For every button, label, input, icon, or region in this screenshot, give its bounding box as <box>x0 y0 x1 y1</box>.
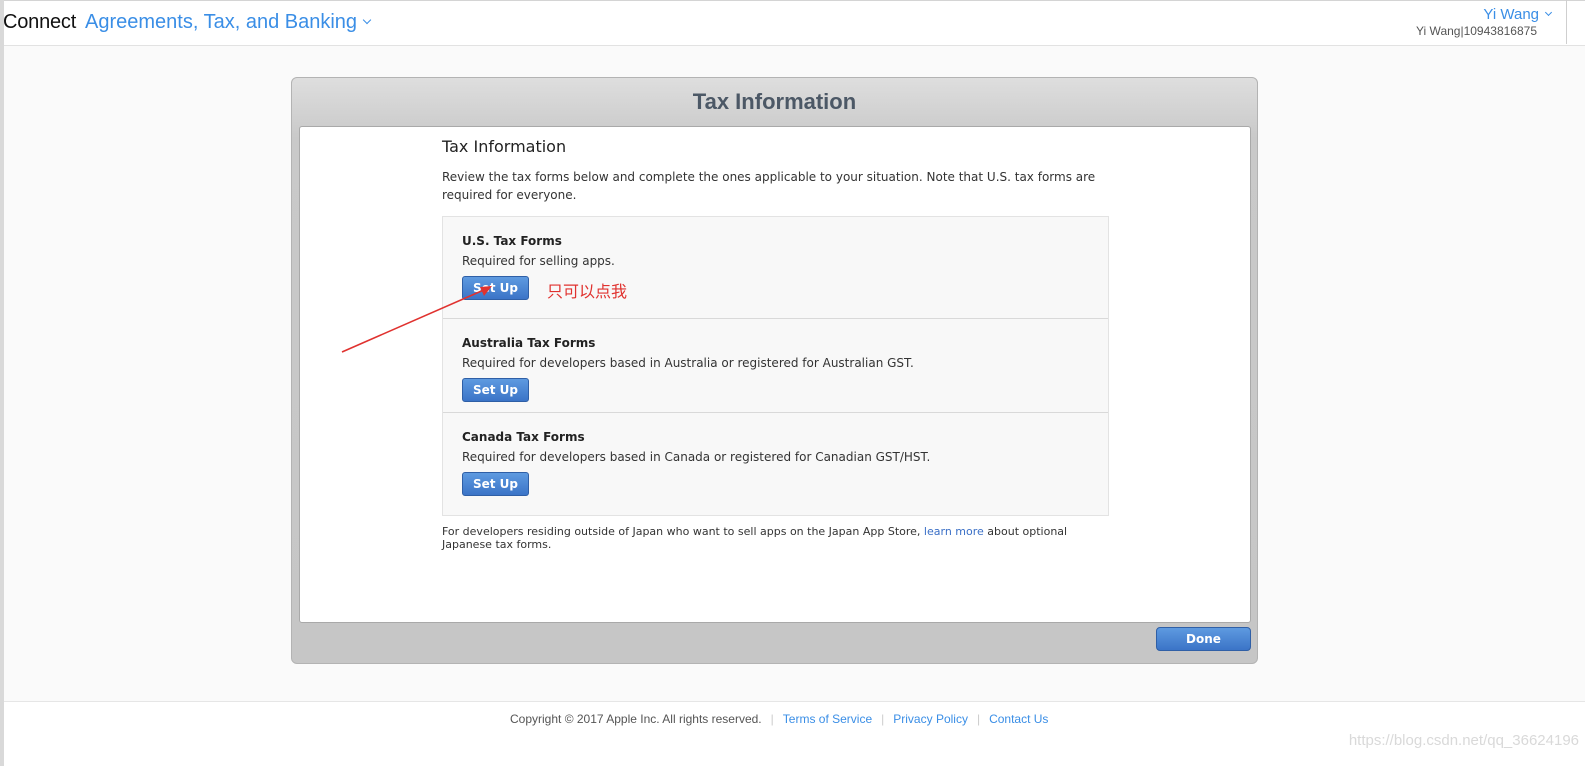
section-dropdown-label: Agreements, Tax, and Banking <box>85 11 358 33</box>
form-description: Required for developers based in Austral… <box>462 356 914 370</box>
learn-more-link[interactable]: learn more <box>924 525 984 538</box>
window-edge <box>0 0 4 766</box>
done-button[interactable]: Done <box>1156 627 1251 651</box>
form-name: Australia Tax Forms <box>462 336 596 350</box>
dialog-body: Tax Information Review the tax forms bel… <box>299 126 1251 623</box>
tax-form-item-us: U.S. Tax Forms Required for selling apps… <box>443 217 1108 319</box>
footer-separator: | <box>881 712 885 726</box>
japan-footnote: For developers residing outside of Japan… <box>442 525 1109 551</box>
user-name: Yi Wang <box>1483 6 1539 23</box>
privacy-policy-link[interactable]: Privacy Policy <box>893 712 968 726</box>
copyright-text: Copyright © 2017 Apple Inc. All rights r… <box>510 712 762 726</box>
intro-text: Review the tax forms below and complete … <box>442 170 1096 202</box>
footnote-text: For developers residing outside of Japan… <box>442 525 924 538</box>
footer-separator: | <box>976 712 981 726</box>
user-menu[interactable]: Yi Wang <box>1483 6 1553 23</box>
contact-us-link[interactable]: Contact Us <box>989 712 1048 726</box>
tax-form-item-australia: Australia Tax Forms Required for develop… <box>443 319 1108 413</box>
us-setup-button[interactable]: Set Up <box>462 276 529 300</box>
section-dropdown[interactable]: Agreements, Tax, and Banking <box>85 11 372 34</box>
form-name: Canada Tax Forms <box>462 430 585 444</box>
tax-form-item-canada: Canada Tax Forms Required for developers… <box>443 413 1108 515</box>
top-header: Connect Agreements, Tax, and Banking Yi … <box>0 0 1585 46</box>
dialog-content: Tax Information Review the tax forms bel… <box>442 137 1109 551</box>
tax-forms-list: U.S. Tax Forms Required for selling apps… <box>442 216 1109 516</box>
header-top-border <box>0 0 1585 1</box>
canada-setup-button[interactable]: Set Up <box>462 472 529 496</box>
content-title: Tax Information <box>442 137 567 156</box>
form-name: U.S. Tax Forms <box>462 234 562 248</box>
window-divider <box>1566 0 1567 44</box>
watermark: https://blog.csdn.net/qq_36624196 <box>1348 732 1579 749</box>
form-description: Required for selling apps. <box>462 254 615 268</box>
tax-information-dialog: Tax Information Tax Information Review t… <box>291 77 1258 664</box>
chevron-down-icon <box>362 15 372 25</box>
australia-setup-button[interactable]: Set Up <box>462 378 529 402</box>
footer-separator: | <box>770 712 774 726</box>
footer-line: Copyright © 2017 Apple Inc. All rights r… <box>510 712 1048 726</box>
annotation-label: 只可以点我 <box>547 284 628 301</box>
app-brand[interactable]: Connect <box>3 11 76 34</box>
dialog-title: Tax Information <box>692 89 857 114</box>
form-description: Required for developers based in Canada … <box>462 450 931 464</box>
user-account-id: Yi Wang|10943816875 <box>1416 24 1537 38</box>
terms-of-service-link[interactable]: Terms of Service <box>783 712 872 726</box>
chevron-down-icon <box>1544 8 1553 17</box>
